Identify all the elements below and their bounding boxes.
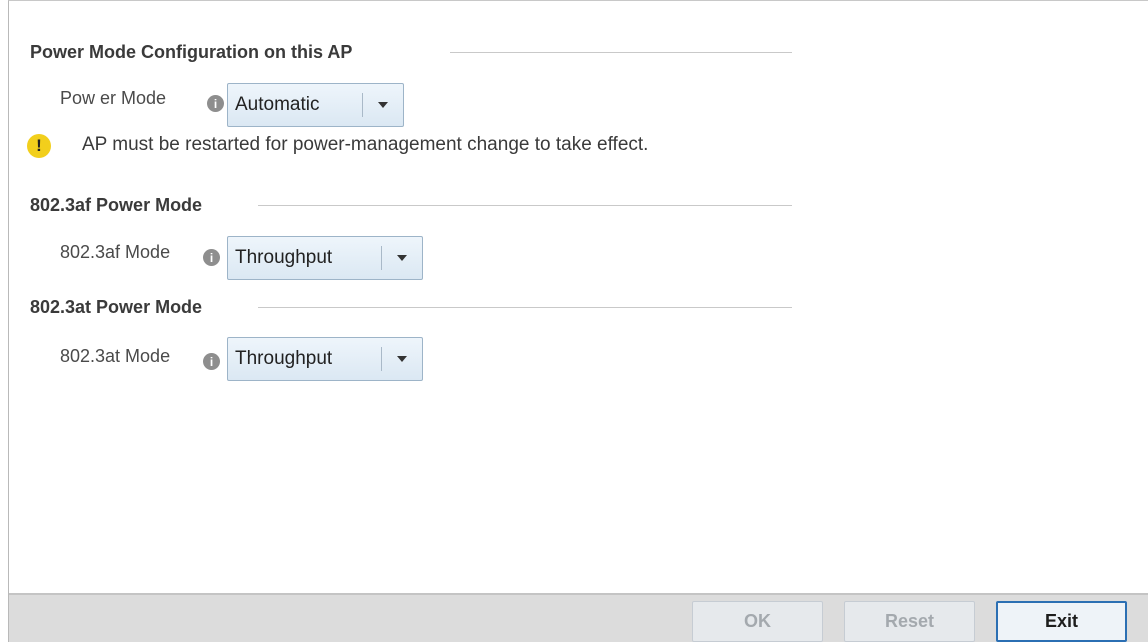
at-mode-select[interactable]: Throughput [227,337,423,381]
section-divider [258,205,792,206]
warning-icon: ! [27,134,51,158]
chevron-down-icon[interactable] [382,356,422,362]
power-mode-section-title: Power Mode Configuration on this AP [30,42,353,62]
chevron-down-icon[interactable] [363,102,403,108]
exit-button[interactable]: Exit [996,601,1127,642]
at-mode-select-value: Throughput [235,348,333,369]
power-mode-select-value: Automatic [235,94,320,115]
af-mode-select[interactable]: Throughput [227,236,423,280]
reset-button[interactable]: Reset [844,601,975,642]
power-mode-label: Pow er Mode [60,88,167,108]
info-icon[interactable]: i [203,249,220,266]
af-mode-label: 802.3af Mode [60,242,171,262]
chevron-down-icon[interactable] [382,255,422,261]
af-mode-select-value: Throughput [235,247,333,268]
section-divider [258,307,792,308]
restart-warning-text: AP must be restarted for power-managemen… [82,134,649,155]
at-section-title: 802.3at Power Mode [30,297,203,317]
info-icon[interactable]: i [207,95,224,112]
info-icon[interactable]: i [203,353,220,370]
at-mode-label: 802.3at Mode [60,346,171,366]
dialog-panel [8,0,1148,642]
ok-button[interactable]: OK [692,601,823,642]
section-divider [450,52,792,53]
power-mode-select[interactable]: Automatic [227,83,404,127]
af-section-title: 802.3af Power Mode [30,195,203,215]
dialog-footer [9,593,1148,642]
